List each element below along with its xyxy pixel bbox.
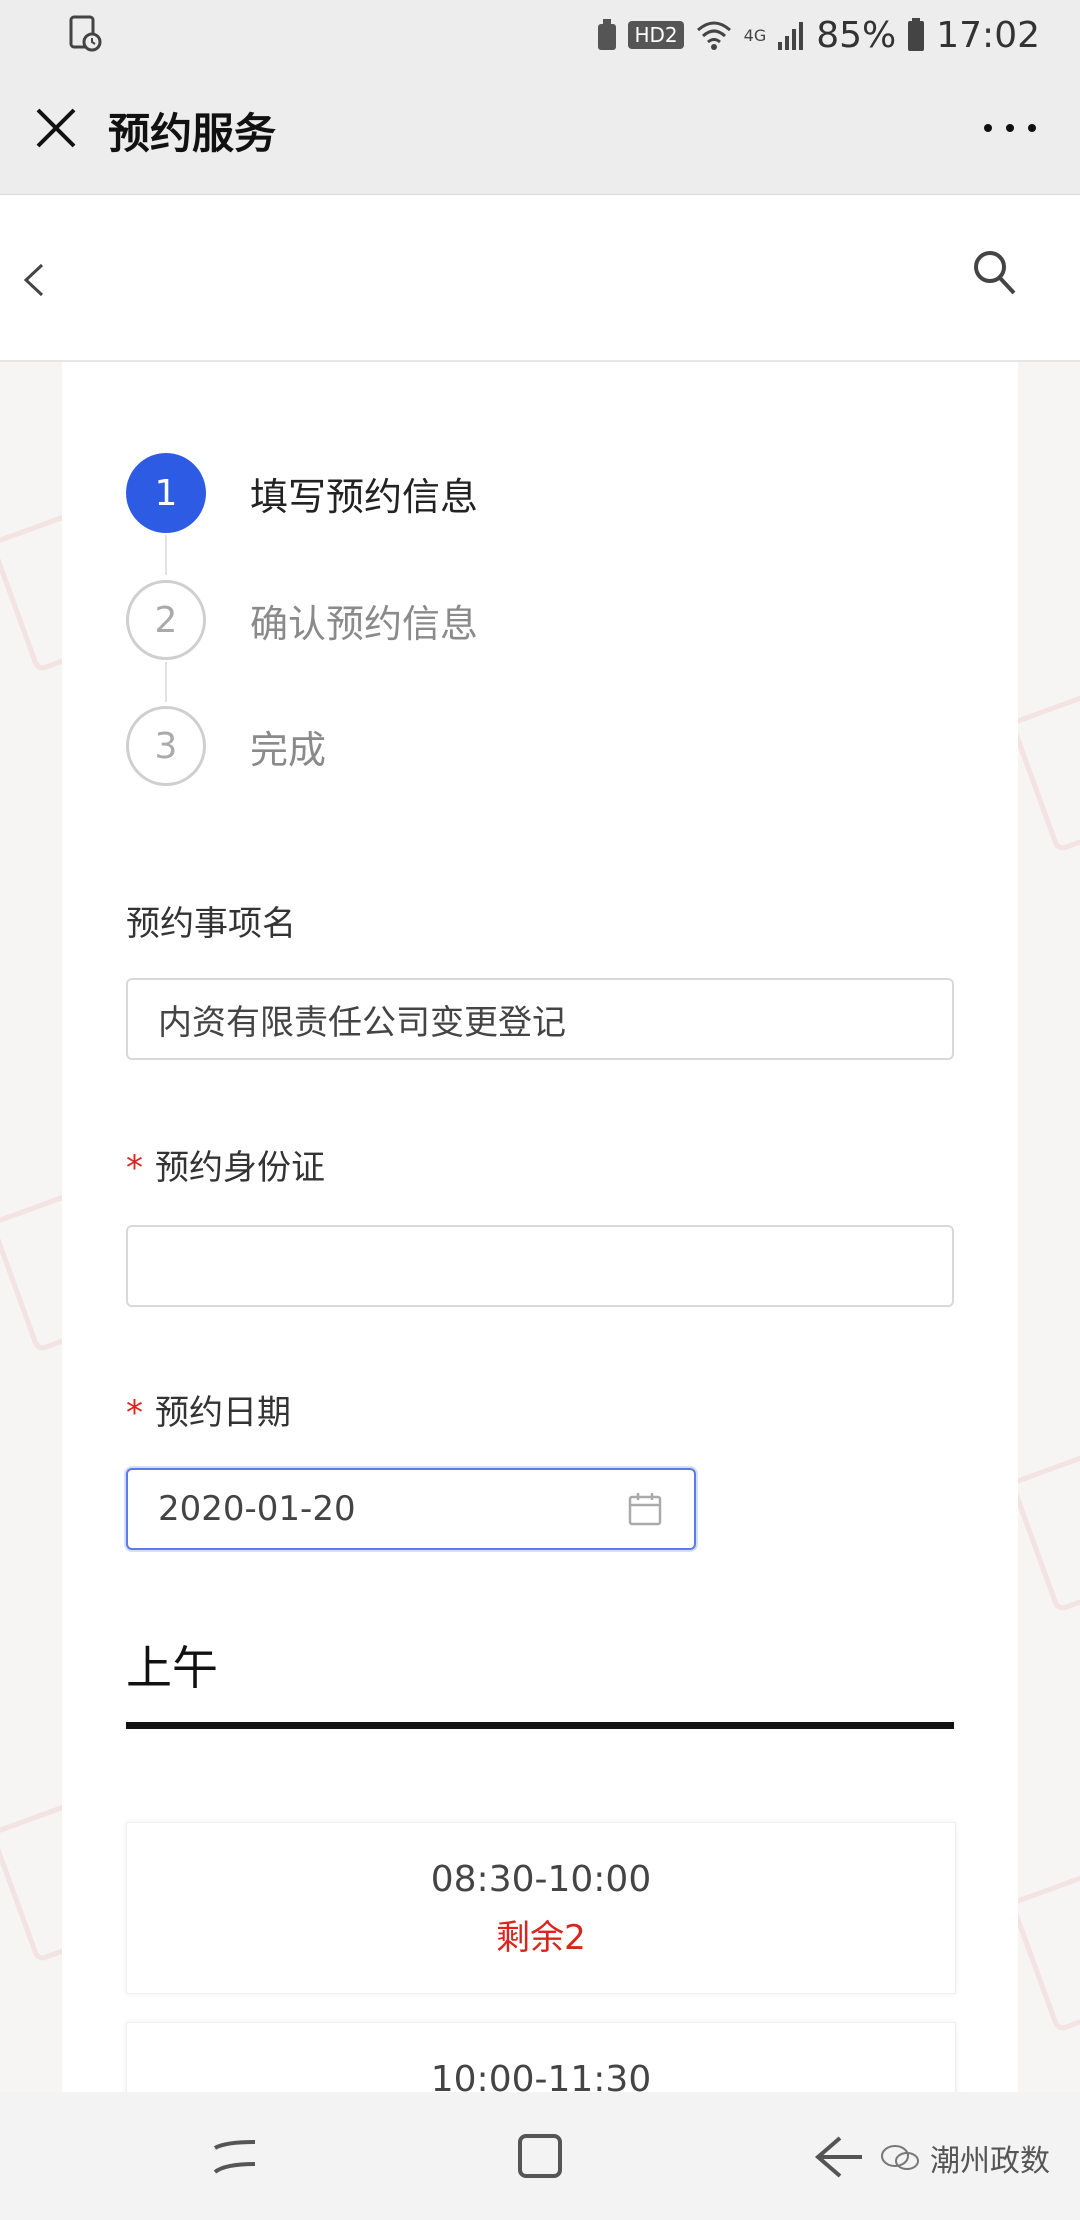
screenshot-icon (69, 15, 102, 52)
signal-icon (778, 22, 804, 50)
title-bar: 预约服务 (0, 70, 1080, 195)
item-name-field[interactable]: 内资有限责任公司变更登记 (126, 978, 954, 1060)
id-card-input[interactable] (126, 1225, 954, 1307)
morning-section-title: 上午 (126, 1641, 218, 1695)
watermark-stamp (1008, 690, 1080, 854)
watermark-stamp (1008, 1870, 1080, 2034)
date-picker-input[interactable]: 2020-01-20 (126, 1468, 696, 1550)
search-icon[interactable] (970, 245, 1020, 301)
close-icon[interactable] (28, 100, 84, 156)
required-mark: * (126, 1393, 143, 1433)
step-connector (165, 662, 167, 702)
required-mark: * (126, 1148, 143, 1188)
status-bar: HD2 4G 85% 17:02 (0, 0, 1080, 70)
step-label: 填写预约信息 (250, 474, 479, 519)
section-divider (126, 1722, 954, 1729)
watermark-stamp (1008, 1450, 1080, 1614)
home-icon[interactable] (510, 2130, 570, 2184)
calendar-icon[interactable] (628, 1492, 662, 1526)
back-chevron-icon[interactable] (14, 255, 54, 305)
step-2: 2 确认预约信息 (126, 580, 478, 660)
slot-remaining: 剩余2 (496, 1918, 586, 1958)
id-card-label: * 预约身份证 (126, 1148, 325, 1188)
item-name-label: 预约事项名 (126, 904, 296, 944)
system-navigation-bar: 潮州政数 (0, 2092, 1080, 2220)
step-3: 3 完成 (126, 706, 326, 786)
recycle-icon (598, 19, 617, 50)
battery-icon (908, 18, 925, 51)
more-icon[interactable] (980, 116, 1040, 140)
wifi-icon (696, 21, 731, 50)
clock: 17:02 (936, 14, 1040, 56)
time-slot[interactable]: 08:30-10:00 剩余2 (126, 1822, 956, 1994)
date-label: * 预约日期 (126, 1393, 291, 1433)
step-number: 1 (126, 453, 206, 533)
step-number: 2 (126, 580, 206, 660)
step-number: 3 (126, 706, 206, 786)
slot-time: 08:30-10:00 (430, 1859, 652, 1900)
wechat-icon (881, 2145, 919, 2170)
step-1: 1 填写预约信息 (126, 453, 478, 533)
footer-watermark: 潮州政数 (880, 2136, 1050, 2180)
back-arrow-icon[interactable] (810, 2130, 870, 2184)
hd-icon: HD2 (628, 21, 684, 49)
page-title: 预约服务 (108, 109, 277, 158)
recent-apps-icon[interactable] (205, 2130, 265, 2184)
network-type-label: 4G (743, 25, 767, 45)
step-label: 确认预约信息 (250, 601, 479, 646)
battery-percent: 85% (816, 14, 897, 56)
sub-navigation (0, 195, 1080, 362)
step-connector (165, 535, 167, 575)
step-label: 完成 (250, 727, 327, 772)
